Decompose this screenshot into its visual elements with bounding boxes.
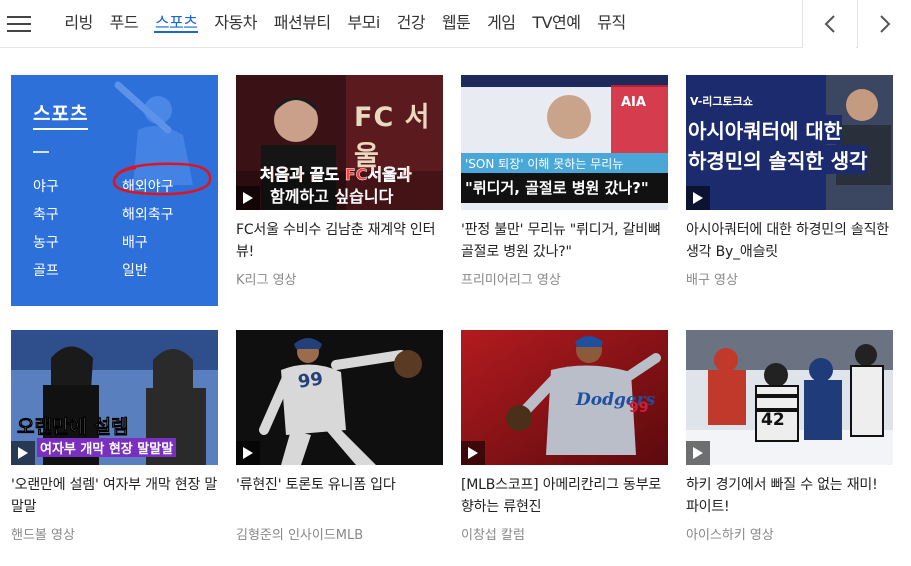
tab-webtoon[interactable]: 웹툰 bbox=[433, 0, 478, 48]
sports-link-baseball[interactable]: 야구 bbox=[33, 176, 59, 196]
thumb-caption: 처음과 끝도 FC서울과 bbox=[260, 165, 412, 185]
tab-health[interactable]: 건강 bbox=[388, 0, 433, 48]
video-source[interactable]: 김형준의 인사이드MLB bbox=[236, 524, 363, 543]
video-source[interactable]: 핸드볼 영상 bbox=[11, 524, 75, 543]
video-title[interactable]: '오랜만에 설렘' 여자부 개막 현장 말말말 bbox=[11, 474, 218, 518]
thumb-jersey-number: 42 bbox=[761, 410, 785, 430]
sports-box-title[interactable]: 스포츠 bbox=[33, 99, 89, 130]
thumb-caption: V-리그토크쇼 bbox=[690, 95, 753, 108]
video-thumbnail[interactable]: V-리그토크쇼 아시아쿼터에 대한 하경민의 솔직한 생각 bbox=[686, 75, 893, 210]
video-thumbnail[interactable]: 99 bbox=[236, 330, 443, 465]
thumb-caption: 'SON 퇴장' 이해 못하는 무리뉴 bbox=[465, 157, 624, 171]
thumb-caption: "뤼디거, 골절로 병원 갔나?" bbox=[465, 179, 649, 197]
nav-prev-button[interactable] bbox=[802, 0, 856, 48]
play-icon bbox=[686, 441, 710, 465]
video-thumbnail[interactable]: FC 서울 처음과 끝도 FC서울과 함께하고 싶습니다 bbox=[236, 75, 443, 210]
hamburger-menu-icon[interactable] bbox=[0, 0, 38, 48]
thumb-caption: 하경민의 솔직한 생각 bbox=[688, 145, 868, 174]
video-card[interactable]: Dodgers 99 [MLB스코프] 아메리칸리그 동부로 향하는 류현진 이… bbox=[461, 330, 668, 555]
video-title[interactable]: 하키 경기에서 빠질 수 없는 재미! 파이트! bbox=[686, 474, 893, 518]
video-source[interactable]: K리그 영상 bbox=[236, 269, 297, 288]
category-tabs: 리빙 푸드 스포츠 자동차 패션뷰티 부모i 건강 웹툰 게임 TV연예 뮤직 bbox=[56, 0, 634, 48]
video-source[interactable]: 이창섭 칼럼 bbox=[461, 524, 525, 543]
chevron-right-icon bbox=[879, 15, 890, 33]
sports-link-soccer[interactable]: 축구 bbox=[33, 204, 59, 224]
play-icon bbox=[236, 186, 260, 210]
video-card[interactable]: AIA 'SON 퇴장' 이해 못하는 무리뉴 "뤼디거, 골절로 병원 갔나?… bbox=[461, 75, 668, 300]
play-icon bbox=[11, 441, 35, 465]
sports-link-overseas-soccer[interactable]: 해외축구 bbox=[122, 204, 174, 224]
video-card[interactable]: FC 서울 처음과 끝도 FC서울과 함께하고 싶습니다 FC서울 수비수 김남… bbox=[236, 75, 443, 300]
video-card[interactable]: 오랜만에 설렘 여자부 개막 현장 말말말 '오랜만에 설렘' 여자부 개막 현… bbox=[11, 330, 218, 555]
video-source[interactable]: 배구 영상 bbox=[686, 269, 738, 288]
tab-living[interactable]: 리빙 bbox=[56, 0, 101, 48]
thumb-caption: 아시아쿼터에 대한 bbox=[688, 115, 843, 144]
video-source[interactable]: 프리미어리그 영상 bbox=[461, 269, 561, 288]
video-card[interactable]: 42 하키 경기에서 빠질 수 없는 재미! 파이트! 아이스하키 영상 bbox=[686, 330, 893, 555]
tab-music[interactable]: 뮤직 bbox=[589, 0, 634, 48]
tab-food[interactable]: 푸드 bbox=[101, 0, 146, 48]
tab-parenting[interactable]: 부모i bbox=[339, 0, 388, 48]
thumb-jersey-number: 99 bbox=[629, 400, 649, 416]
thumb-caption: 여자부 개막 현장 말말말 bbox=[37, 438, 177, 457]
sports-category-box: 스포츠 야구 해외야구 축구 해외축구 농구 배구 골프 일반 bbox=[11, 75, 218, 306]
video-title[interactable]: '류현진' 토론토 유니폼 입다 bbox=[236, 474, 443, 496]
sports-link-golf[interactable]: 골프 bbox=[33, 260, 59, 280]
category-nav: 리빙 푸드 스포츠 자동차 패션뷰티 부모i 건강 웹툰 게임 TV연예 뮤직 bbox=[0, 0, 911, 48]
thumb-jersey-number: 99 bbox=[296, 368, 325, 393]
tab-auto[interactable]: 자동차 bbox=[206, 0, 265, 48]
tab-fashion-beauty[interactable]: 패션뷰티 bbox=[265, 0, 339, 48]
sports-link-general[interactable]: 일반 bbox=[122, 260, 148, 280]
tab-game[interactable]: 게임 bbox=[479, 0, 524, 48]
video-thumbnail[interactable]: 42 bbox=[686, 330, 893, 465]
thumb-badge: AIA bbox=[621, 95, 646, 110]
chevron-left-icon bbox=[824, 15, 835, 33]
video-card[interactable]: V-리그토크쇼 아시아쿼터에 대한 하경민의 솔직한 생각 아시아쿼터에 대한 … bbox=[686, 75, 893, 300]
thumb-caption: 오랜만에 설렘 bbox=[17, 416, 129, 439]
thumb-caption: 함께하고 싶습니다 bbox=[270, 187, 394, 206]
sports-link-volleyball[interactable]: 배구 bbox=[122, 232, 148, 252]
play-icon bbox=[461, 441, 485, 465]
hand-drawn-red-circle bbox=[112, 162, 212, 196]
divider bbox=[33, 151, 49, 153]
video-thumbnail[interactable]: 오랜만에 설렘 여자부 개막 현장 말말말 bbox=[11, 330, 218, 465]
nav-next-button[interactable] bbox=[857, 0, 911, 48]
sports-link-basketball[interactable]: 농구 bbox=[33, 232, 59, 252]
video-title[interactable]: 아시아쿼터에 대한 하경민의 솔직한 생각 By_애슬릿 bbox=[686, 219, 893, 263]
video-title[interactable]: FC서울 수비수 김남춘 재계약 인터뷰! bbox=[236, 219, 443, 263]
video-card[interactable]: 99 '류현진' 토론토 유니폼 입다 김형준의 인사이드MLB bbox=[236, 330, 443, 555]
video-title[interactable]: [MLB스코프] 아메리칸리그 동부로 향하는 류현진 bbox=[461, 474, 668, 518]
video-thumbnail[interactable]: AIA 'SON 퇴장' 이해 못하는 무리뉴 "뤼디거, 골절로 병원 갔나?… bbox=[461, 75, 668, 210]
play-icon bbox=[236, 441, 260, 465]
tab-tv-entertainment[interactable]: TV연예 bbox=[524, 0, 589, 48]
tab-sports[interactable]: 스포츠 bbox=[146, 0, 205, 48]
video-thumbnail[interactable]: Dodgers 99 bbox=[461, 330, 668, 465]
video-title[interactable]: '판정 불만' 무리뉴 "뤼디거, 갈비뼈 골절로 병원 갔나?" bbox=[461, 219, 668, 263]
play-icon bbox=[686, 186, 710, 210]
video-source[interactable]: 아이스하키 영상 bbox=[686, 524, 774, 543]
